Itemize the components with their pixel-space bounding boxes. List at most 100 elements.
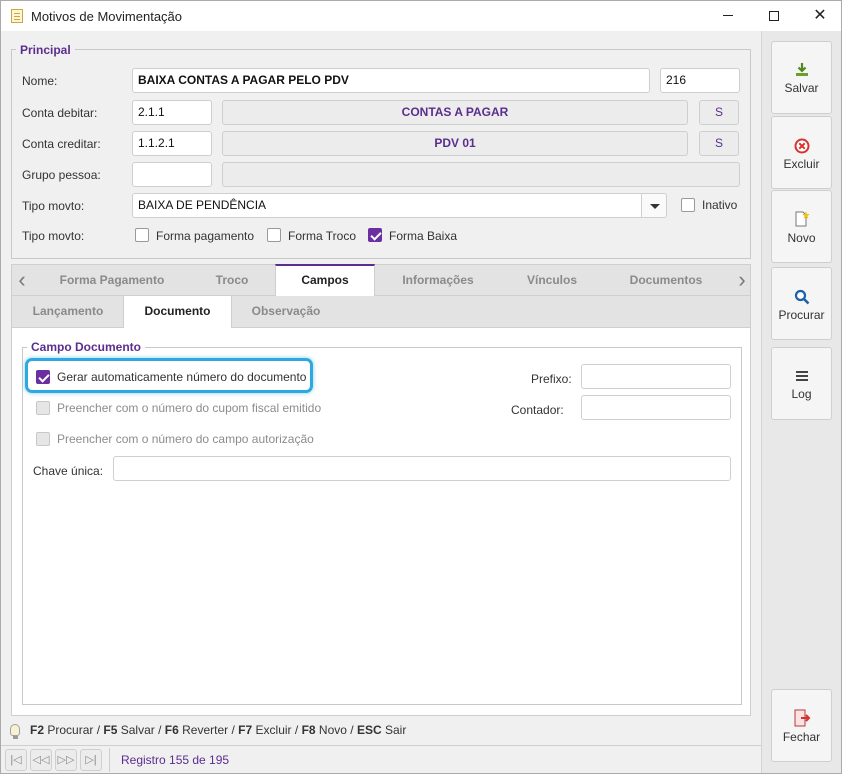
tabs-scroll-left-icon[interactable]: ‹ [12,265,32,296]
save-icon [795,63,808,76]
novo-label: Novo [787,231,816,245]
maximize-icon [769,10,779,21]
close-icon: ✕ [813,7,827,24]
nome-label: Nome: [22,74,58,88]
hint-action: Salvar [120,723,155,737]
forma-troco-checkbox[interactable] [267,228,281,242]
search-icon [794,289,809,305]
minimize-button[interactable] [705,1,751,32]
inativo-label: Inativo [702,198,738,212]
conta-debitar-search-button[interactable]: S [699,100,739,125]
hint-key: F5 [103,723,118,737]
grupo-pessoa-code-field[interactable] [132,162,212,187]
principal-legend: Principal [16,43,75,57]
tab-forma-pagamento[interactable]: Forma Pagamento [48,265,176,296]
forma-pagamento-label: Forma pagamento [156,229,255,243]
chave-unica-field[interactable] [113,456,731,481]
log-button[interactable]: Log [771,347,832,420]
first-record-icon[interactable]: |◁ [5,749,27,771]
forma-baixa-checkbox[interactable] [368,228,382,242]
campo-documento-legend: Campo Documento [27,340,146,354]
procurar-button[interactable]: Procurar [771,267,832,340]
hint-key: F6 [164,723,179,737]
conta-debitar-label: Conta debitar: [22,106,98,120]
codigo-field[interactable]: 216 [660,68,740,93]
subtab-lancamento[interactable]: Lançamento [20,296,116,327]
action-sidebar: Salvar Excluir Novo Procurar Log Fechar [761,31,841,773]
excluir-button[interactable]: Excluir [771,116,832,189]
tab-informacoes[interactable]: Informações [390,265,486,296]
salvar-button[interactable]: Salvar [771,41,832,114]
log-label: Log [791,387,812,401]
previous-record-icon[interactable]: ◁◁ [30,749,52,771]
contador-field[interactable] [581,395,731,420]
log-list-icon [795,371,808,381]
keyboard-hints: F2 Procurar / F5 Salvar / F6 Reverter / … [10,720,406,740]
maximize-button[interactable] [751,1,797,32]
forma-baixa-label: Forma Baixa [389,229,458,243]
focus-highlight [25,358,313,393]
conta-creditar-description: PDV 01 [222,131,688,156]
subtab-documento[interactable]: Documento [123,296,232,328]
subtab-observacao[interactable]: Observação [238,296,334,327]
title-bar: Motivos de Movimentação ✕ [0,0,842,31]
excluir-label: Excluir [783,157,820,171]
status-separator [109,748,110,772]
status-bar: |◁ ◁◁ ▷▷ ▷| Registro 155 de 195 [1,745,761,773]
fechar-button[interactable]: Fechar [771,689,832,762]
inativo-checkbox[interactable] [681,198,695,212]
last-record-icon[interactable]: ▷| [80,749,102,771]
prefixo-field[interactable] [581,364,731,389]
hint-action: Sair [384,723,407,737]
tabs-scroll-right-icon[interactable]: › [732,265,752,296]
hint-action: Novo [318,723,347,737]
tab-documentos[interactable]: Documentos [618,265,714,296]
hint-key: ESC [356,723,382,737]
tab-vinculos[interactable]: Vínculos [510,265,594,296]
delete-icon [794,138,809,154]
conta-creditar-code-field[interactable]: 1.1.2.1 [132,131,212,156]
conta-creditar-search-button[interactable]: S [699,131,739,156]
nome-field[interactable]: BAIXA CONTAS A PAGAR PELO PDV [132,68,650,93]
lightbulb-icon [10,724,20,739]
hint-action: Procurar [47,723,94,737]
campo-autorizacao-label: Preencher com o número do campo autoriza… [57,432,314,446]
new-document-icon [795,211,810,227]
tipo-movto-label: Tipo movto: [22,199,85,213]
procurar-label: Procurar [778,308,825,322]
tipo-movto-forma-label: Tipo movto: [22,229,85,243]
window-title: Motivos de Movimentação [31,9,183,24]
forma-troco-label: Forma Troco [288,229,357,243]
cupom-fiscal-checkbox[interactable] [36,401,50,415]
tipo-movto-dropdown-button[interactable] [641,193,667,218]
hint-action: Excluir [255,723,292,737]
hint-key: F8 [301,723,316,737]
forma-pagamento-checkbox[interactable] [135,228,149,242]
contador-label: Contador: [511,403,564,417]
exit-icon [794,709,810,727]
hint-key: F7 [238,723,253,737]
main-tabbar: ‹ Forma Pagamento Troco Campos Informaçõ… [11,264,752,297]
chave-unica-label: Chave única: [33,464,104,478]
tab-campos[interactable]: Campos [275,264,375,297]
conta-debitar-code-field[interactable]: 2.1.1 [132,100,212,125]
hint-action: Reverter [182,723,229,737]
minimize-icon [723,15,733,17]
fechar-label: Fechar [782,730,821,744]
next-record-icon[interactable]: ▷▷ [55,749,77,771]
tipo-movto-select[interactable]: BAIXA DE PENDÊNCIA [132,193,642,218]
prefixo-label: Prefixo: [531,372,572,386]
novo-button[interactable]: Novo [771,190,832,263]
tab-troco[interactable]: Troco [194,265,270,296]
conta-debitar-description: CONTAS A PAGAR [222,100,688,125]
campo-autorizacao-checkbox[interactable] [36,432,50,446]
close-button[interactable]: ✕ [797,1,842,32]
hint-key: F2 [30,723,45,737]
record-counter: Registro 155 de 195 [121,753,230,767]
conta-creditar-label: Conta creditar: [22,137,101,151]
grupo-pessoa-description [222,162,740,187]
salvar-label: Salvar [784,81,819,95]
cupom-fiscal-label: Preencher com o número do cupom fiscal e… [57,401,322,415]
app-document-icon [11,9,23,23]
sub-tabbar: Lançamento Documento Observação [11,296,751,328]
